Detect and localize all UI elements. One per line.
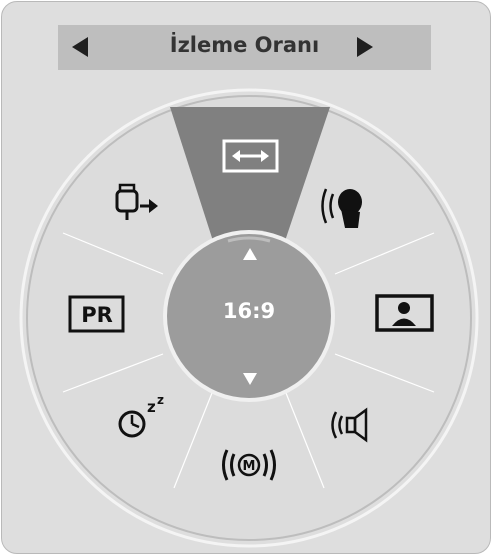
pr-label: PR: [81, 303, 113, 327]
quick-menu-dial: M z z PR: [19, 88, 479, 548]
svg-text:z: z: [157, 393, 164, 407]
svg-text:M: M: [243, 459, 256, 474]
svg-text:z: z: [147, 398, 156, 416]
selected-value: 16:9: [222, 299, 276, 323]
